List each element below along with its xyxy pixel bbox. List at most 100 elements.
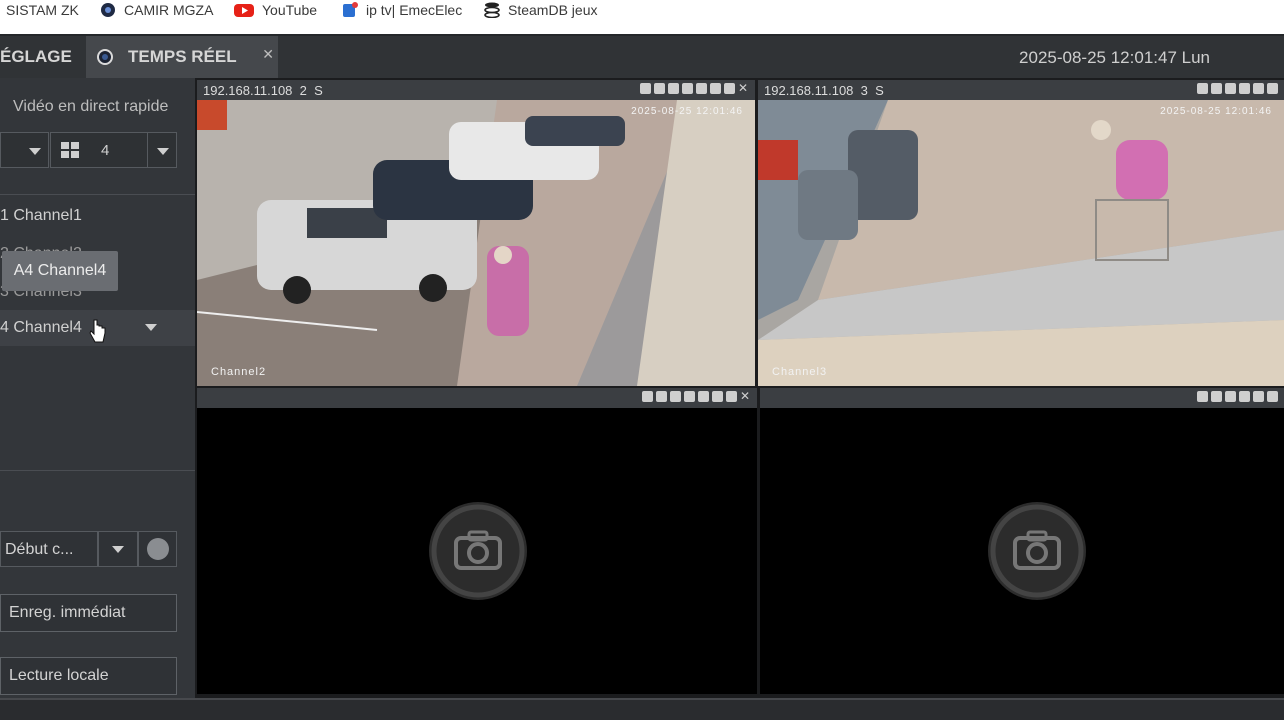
cell-timestamp-overlay: 2025-08-25 12:01:46 [1160,106,1272,117]
steamdb-icon [484,2,500,19]
stream-select[interactable] [0,132,49,168]
ptz-icon[interactable] [726,391,737,402]
close-icon[interactable]: ✕ [740,390,751,402]
video-cell-1[interactable]: 192.168.11.108 2 S ✕ 2025-08-25 12:01:46 [197,80,755,386]
iptv-icon [342,2,358,18]
sidebar-title: Vidéo en direct rapide [13,98,169,115]
cell-toolbar [1197,391,1278,402]
record-mode-dropdown[interactable] [98,531,138,567]
bookmark-youtube[interactable]: YouTube [234,0,317,20]
datetime-display: 2025-08-25 12:01:47 Lun [1019,48,1210,67]
chevron-down-icon [29,148,41,155]
bookmark-camir-mgza[interactable]: CAMIR MGZA [100,0,213,20]
grid-icon [61,142,79,163]
close-icon[interactable]: ✕ [262,46,274,63]
cell-header: 192.168.11.108 3 S [758,80,1284,100]
record-icon[interactable] [1239,83,1250,94]
mic-icon[interactable] [656,391,667,402]
cell-source-label: 192.168.11.108 3 S [764,83,884,98]
camera-feed-3 [758,100,1284,386]
tab-settings[interactable]: ÉGLAGE [0,36,84,78]
audio-icon[interactable] [696,83,707,94]
zoom-icon[interactable] [712,391,723,402]
channel-item-1[interactable]: 1 Channel1 [0,198,195,234]
record-icon[interactable] [682,83,693,94]
record-indicator-button[interactable] [138,531,177,567]
zoom-icon[interactable] [710,83,721,94]
camir-icon [100,2,116,18]
cell-toolbar: ✕ [642,390,751,402]
cell-channel-no: 3 [860,83,868,98]
sidebar: Vidéo en direct rapide 4 1 Channel1 2 Ch… [0,78,195,698]
record-mode-value: Début c... [5,541,74,558]
cell-channel-no: 2 [299,83,307,98]
record-mode-select[interactable]: Début c... [0,531,98,567]
video-cell-3[interactable]: ✕ [197,388,757,694]
live-icon [96,48,114,66]
snapshot-icon[interactable] [668,83,679,94]
mic-icon[interactable] [1211,83,1222,94]
eye-icon[interactable] [642,391,653,402]
eye-icon[interactable] [640,83,651,94]
chevron-down-icon[interactable] [145,324,157,331]
audio-icon[interactable] [1253,391,1264,402]
bookmark-steamdb[interactable]: SteamDB jeux [484,0,597,20]
cell-source-label: 192.168.11.108 2 S [203,83,323,98]
bookmark-label: CAMIR MGZA [124,2,214,18]
cell-timestamp-overlay: 2025-08-25 12:01:46 [631,106,743,117]
channel-tooltip: A4 Channel4 [2,251,118,291]
cell-header: ✕ [197,388,757,408]
chevron-down-icon [112,546,124,553]
layout-select[interactable]: 4 [50,132,177,168]
bookmark-sistam-zk[interactable]: SISTAM ZK [6,0,79,20]
youtube-icon [234,2,254,18]
chevron-down-icon [157,148,169,155]
bookmarks-bar: SISTAM ZK CAMIR MGZA YouTube ip tv| Emec… [0,0,1284,34]
eye-icon[interactable] [1197,83,1208,94]
cell-channel-overlay: Channel3 [772,366,828,378]
cell-toolbar [1197,83,1278,94]
tab-settings-label: ÉGLAGE [0,47,72,66]
close-icon[interactable]: ✕ [738,82,749,94]
record-icon[interactable] [1239,391,1250,402]
zoom-icon[interactable] [1267,391,1278,402]
layout-select-value: 4 [101,142,110,159]
mic-icon[interactable] [1211,391,1222,402]
bookmark-label: SISTAM ZK [6,2,79,18]
record-dot-icon [147,538,169,560]
mic-icon[interactable] [654,83,665,94]
tab-live[interactable]: TEMPS RÉEL ✕ [86,36,278,78]
video-cell-4[interactable] [760,388,1284,694]
record-now-button[interactable]: Enreg. immédiat [0,594,177,632]
cell-toolbar: ✕ [640,82,749,94]
tab-live-label: TEMPS RÉEL [128,47,237,66]
cell-header [760,388,1284,408]
bottom-bar [0,698,1284,720]
bookmark-label: SteamDB jeux [508,2,598,18]
video-grid: 192.168.11.108 2 S ✕ 2025-08-25 12:01:46 [195,78,1284,698]
divider [0,470,195,471]
snapshot-icon[interactable] [670,391,681,402]
audio-icon[interactable] [698,391,709,402]
local-playback-button[interactable]: Lecture locale [0,657,177,695]
ptz-icon[interactable] [724,83,735,94]
snapshot-icon[interactable] [1225,83,1236,94]
zoom-icon[interactable] [1267,83,1278,94]
audio-icon[interactable] [1253,83,1264,94]
camera-feed-2 [197,100,755,386]
record-icon[interactable] [684,391,695,402]
cell-stream: S [314,83,323,98]
bookmark-iptv[interactable]: ip tv| EmecElec [342,0,462,20]
cursor-icon [88,318,108,349]
cell-stream: S [875,83,884,98]
cell-ip: 192.168.11.108 [203,83,293,98]
bookmark-label: YouTube [262,2,318,18]
bookmark-label: ip tv| EmecElec [366,2,463,18]
video-cell-2[interactable]: 192.168.11.108 3 S 2025-08-25 12:01:46 C… [758,80,1284,386]
app-header: ÉGLAGE TEMPS RÉEL ✕ 2025-08-25 12:01:47 … [0,34,1284,78]
no-camera-icon [429,502,527,600]
snapshot-icon[interactable] [1225,391,1236,402]
cell-ip: 192.168.11.108 [764,83,854,98]
eye-icon[interactable] [1197,391,1208,402]
channel-label: 4 Channel4 [0,319,82,336]
